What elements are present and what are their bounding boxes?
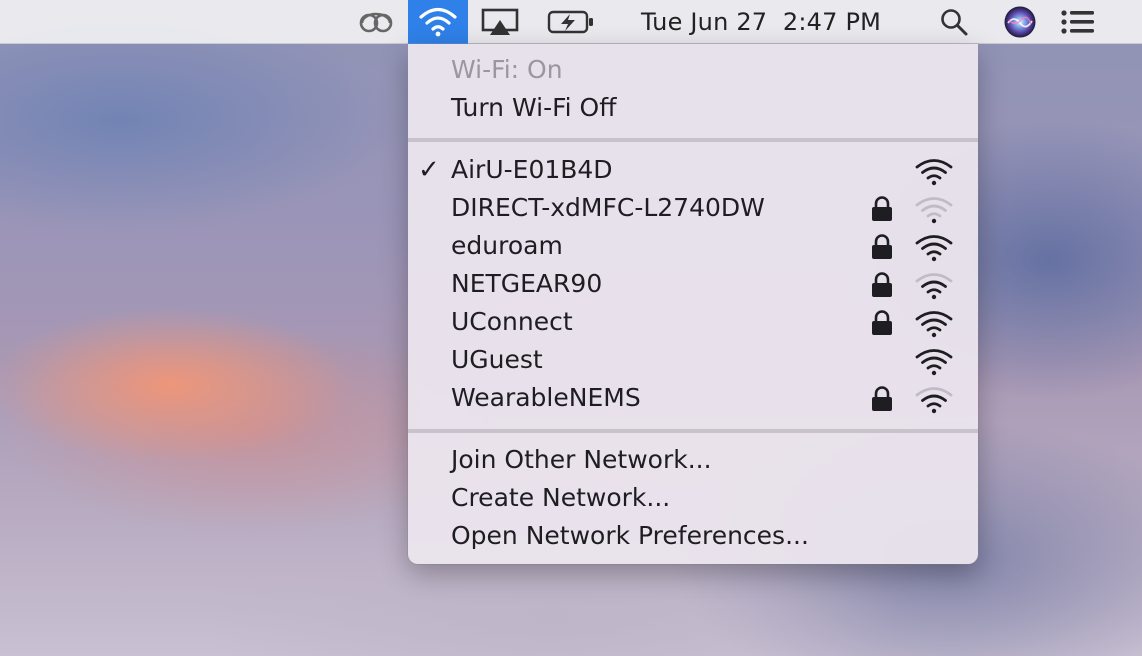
connected-checkmark-icon: ✓	[418, 155, 440, 185]
network-item-eduroam[interactable]: eduroam	[408, 227, 978, 265]
network-item-wearablenems[interactable]: WearableNEMS	[408, 379, 978, 417]
menu-separator	[408, 138, 978, 142]
wifi-signal-strong-icon	[915, 235, 953, 262]
create-network-label: Create Network...	[451, 483, 671, 512]
lock-icon	[872, 234, 892, 259]
network-item-airu[interactable]: ✓ AirU-E01B4D	[408, 151, 978, 189]
join-other-network-item[interactable]: Join Other Network...	[408, 441, 978, 479]
wifi-signal-medium-icon	[915, 273, 953, 300]
network-item-uconnect[interactable]: UConnect	[408, 303, 978, 341]
turn-wifi-off-item[interactable]: Turn Wi-Fi Off	[408, 89, 978, 127]
network-item-uguest[interactable]: UGuest	[408, 341, 978, 379]
menu-bar: Tue Jun 27 2:47 PM	[0, 0, 1142, 44]
wifi-dropdown-menu: Wi-Fi: On Turn Wi-Fi Off ✓ AirU-E01B4D D…	[408, 44, 978, 564]
lock-icon	[872, 310, 892, 335]
wifi-signal-medium-icon	[915, 387, 953, 414]
notification-center-icon[interactable]	[1056, 0, 1100, 44]
spotlight-search-icon[interactable]	[932, 0, 976, 44]
creative-cloud-icon[interactable]	[352, 0, 400, 44]
wifi-status-item: Wi-Fi: On	[408, 51, 978, 89]
network-item-netgear90[interactable]: NETGEAR90	[408, 265, 978, 303]
wifi-signal-strong-icon	[915, 159, 953, 186]
clock-datetime[interactable]: Tue Jun 27 2:47 PM	[618, 0, 904, 44]
wifi-signal-strong-icon	[915, 349, 953, 376]
battery-charging-icon[interactable]	[540, 0, 602, 44]
datetime-text: Tue Jun 27 2:47 PM	[640, 8, 882, 36]
join-other-network-label: Join Other Network...	[451, 445, 712, 474]
turn-wifi-off-label: Turn Wi-Fi Off	[451, 93, 617, 122]
create-network-item[interactable]: Create Network...	[408, 479, 978, 517]
lock-icon	[872, 196, 892, 221]
network-name: UConnect	[451, 307, 573, 336]
lock-icon	[872, 386, 892, 411]
network-name: NETGEAR90	[451, 269, 603, 298]
airplay-icon[interactable]	[476, 0, 524, 44]
network-item-direct-xdmfc[interactable]: DIRECT-xdMFC-L2740DW	[408, 189, 978, 227]
lock-icon	[872, 272, 892, 297]
network-name: AirU-E01B4D	[451, 155, 613, 184]
wifi-status-label: Wi-Fi: On	[451, 55, 563, 84]
wifi-signal-strong-icon	[915, 311, 953, 338]
open-network-preferences-label: Open Network Preferences...	[451, 521, 809, 550]
wifi-menu-extra-icon[interactable]	[408, 0, 468, 44]
network-name: WearableNEMS	[451, 383, 641, 412]
network-name: UGuest	[451, 345, 543, 374]
network-name: eduroam	[451, 231, 563, 260]
siri-icon[interactable]	[998, 0, 1042, 44]
network-name: DIRECT-xdMFC-L2740DW	[451, 193, 765, 222]
open-network-preferences-item[interactable]: Open Network Preferences...	[408, 517, 978, 555]
menu-separator	[408, 429, 978, 433]
wifi-signal-weak-icon	[915, 197, 953, 224]
